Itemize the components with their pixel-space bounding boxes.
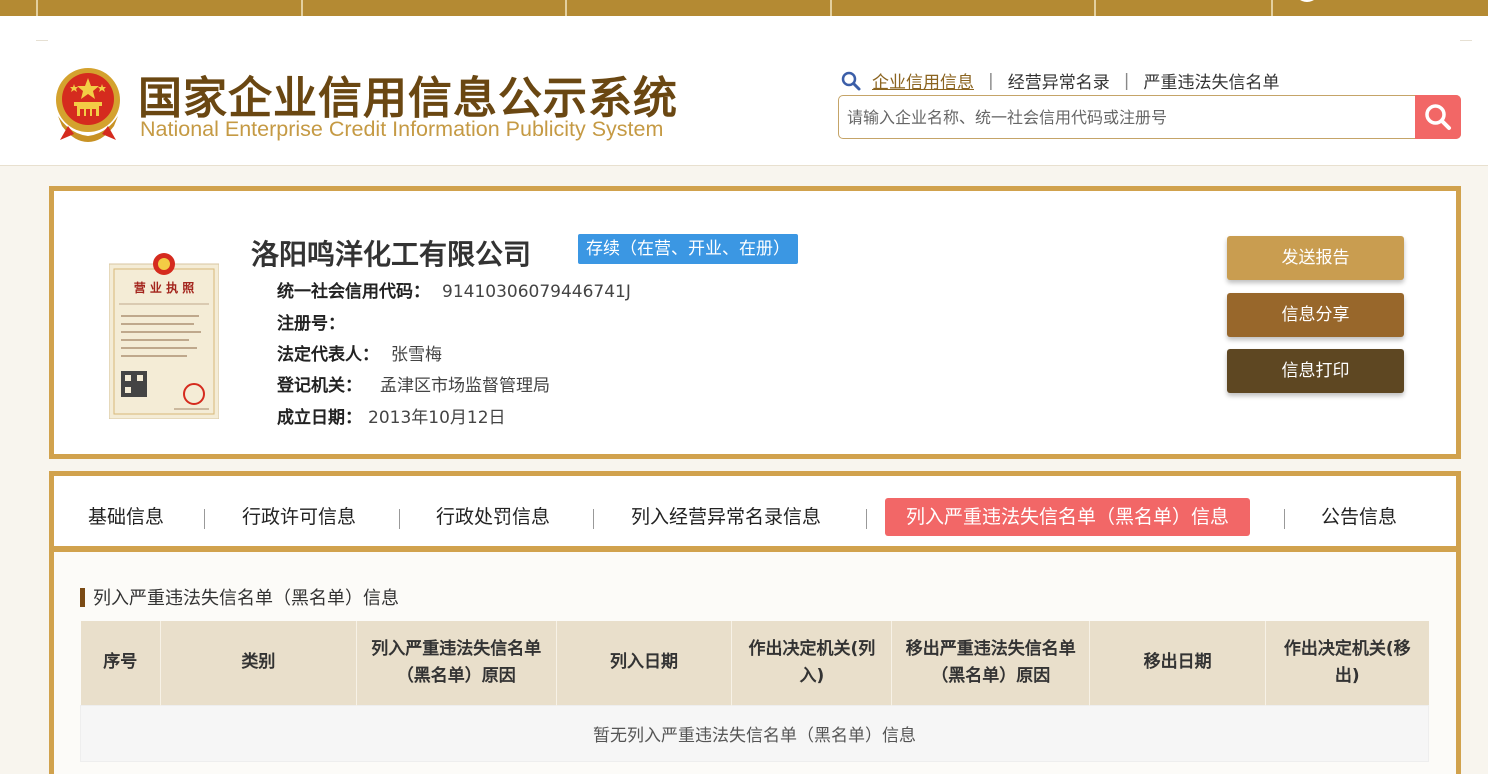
link-abnormal-list[interactable]: 经营异常名录 bbox=[1008, 68, 1110, 93]
site-header: 国家企业信用信息公示系统 National Enterprise Credit … bbox=[0, 16, 1488, 166]
search-button[interactable] bbox=[1415, 95, 1461, 139]
print-info-button[interactable]: 信息打印 bbox=[1227, 349, 1404, 393]
field-value: 2013年10月12日 bbox=[368, 408, 506, 428]
column-header: 移出日期 bbox=[1089, 621, 1267, 705]
field-value: 张雪梅 bbox=[391, 345, 442, 365]
column-header: 类别 bbox=[160, 621, 357, 705]
field-value: 孟津区市场监督管理局 bbox=[380, 376, 550, 396]
field-legal-rep: 法定代表人： 张雪梅 bbox=[277, 340, 442, 365]
tab-blacklist[interactable]: 列入严重违法失信名单（黑名单）信息 bbox=[885, 498, 1251, 536]
tab-announcements[interactable]: 公告信息 bbox=[1321, 498, 1397, 536]
link-enterprise-credit[interactable]: 企业信用信息 bbox=[872, 68, 974, 93]
user-avatar-icon[interactable] bbox=[1294, 0, 1320, 2]
magnifier-icon bbox=[841, 71, 861, 90]
send-report-button[interactable]: 发送报告 bbox=[1227, 236, 1404, 280]
field-reg-authority: 登记机关： 孟津区市场监督管理局 bbox=[277, 371, 550, 396]
share-info-button[interactable]: 信息分享 bbox=[1227, 293, 1404, 337]
tab-divider bbox=[593, 509, 594, 529]
search-input[interactable] bbox=[847, 104, 1407, 130]
field-label: 登记机关： bbox=[277, 376, 362, 396]
field-label: 法定代表人： bbox=[277, 345, 379, 365]
field-value: 91410306079446741J bbox=[442, 282, 631, 302]
column-header: 列入日期 bbox=[556, 621, 733, 705]
field-reg-number: 注册号： bbox=[277, 309, 355, 334]
blacklist-table: 序号 类别 列入严重违法失信名单（黑名单）原因 列入日期 作出决定机关(列入) … bbox=[80, 621, 1429, 762]
svg-text:营 业 执 照: 营 业 执 照 bbox=[134, 280, 195, 295]
header-rule bbox=[1460, 40, 1472, 41]
section-title-text: 列入严重违法失信名单（黑名单）信息 bbox=[93, 588, 399, 609]
top-nav-divider bbox=[301, 0, 303, 16]
link-divider: | bbox=[988, 70, 994, 91]
search-category-links: 企业信用信息 | 经营异常名录 | 严重违法失信名单 bbox=[840, 68, 1279, 93]
company-name: 洛阳鸣洋化工有限公司 bbox=[251, 238, 532, 271]
top-nav-divider bbox=[565, 0, 567, 16]
company-card: 营 业 执 照 洛阳鸣洋化工有限公司 存续（在营、开业、在册） 统一社会信用代码… bbox=[49, 186, 1461, 459]
site-title-en: National Enterprise Credit Information P… bbox=[140, 117, 664, 141]
national-emblem bbox=[56, 68, 120, 142]
section-title-bar bbox=[80, 588, 85, 607]
column-header: 移出严重违法失信名单（黑名单）原因 bbox=[891, 621, 1091, 705]
field-label: 统一社会信用代码： bbox=[277, 282, 430, 302]
section-title: 列入严重违法失信名单（黑名单）信息 bbox=[80, 584, 399, 610]
status-badge: 存续（在营、开业、在册） bbox=[578, 234, 798, 264]
tab-admin-penalty[interactable]: 行政处罚信息 bbox=[436, 498, 550, 536]
tab-divider bbox=[204, 509, 205, 529]
top-nav-strip bbox=[0, 0, 1488, 16]
search-icon bbox=[1425, 104, 1451, 130]
top-nav-divider bbox=[1094, 0, 1096, 16]
top-nav-divider bbox=[36, 0, 38, 16]
column-header: 序号 bbox=[80, 621, 161, 705]
search-box bbox=[838, 95, 1461, 139]
column-header: 作出决定机关(列入) bbox=[731, 621, 893, 705]
header-rule bbox=[36, 40, 48, 41]
detail-panel: 基础信息 行政许可信息 行政处罚信息 列入经营异常名录信息 列入严重违法失信名单… bbox=[49, 471, 1461, 774]
table-header-row: 序号 类别 列入严重违法失信名单（黑名单）原因 列入日期 作出决定机关(列入) … bbox=[80, 621, 1429, 705]
field-credit-code: 统一社会信用代码： 91410306079446741J bbox=[277, 277, 631, 302]
field-label: 成立日期： bbox=[277, 408, 362, 428]
field-established-date: 成立日期： 2013年10月12日 bbox=[277, 403, 506, 428]
tab-admin-license[interactable]: 行政许可信息 bbox=[242, 498, 356, 536]
tab-basic-info[interactable]: 基础信息 bbox=[88, 498, 164, 536]
column-header: 列入严重违法失信名单（黑名单）原因 bbox=[356, 621, 557, 705]
tab-divider bbox=[866, 509, 867, 529]
empty-state-text: 暂无列入严重违法失信名单（黑名单）信息 bbox=[80, 704, 1429, 762]
field-label: 注册号： bbox=[277, 314, 345, 334]
tab-divider bbox=[399, 509, 400, 529]
business-license-image[interactable]: 营 业 执 照 bbox=[109, 244, 219, 419]
tab-abnormal-list[interactable]: 列入经营异常名录信息 bbox=[631, 498, 821, 536]
table-row: 暂无列入严重违法失信名单（黑名单）信息 bbox=[80, 704, 1429, 762]
tab-bar: 基础信息 行政许可信息 行政处罚信息 列入经营异常名录信息 列入严重违法失信名单… bbox=[54, 476, 1456, 552]
top-nav-divider bbox=[1271, 0, 1273, 16]
column-header: 作出决定机关(移出) bbox=[1265, 621, 1429, 705]
link-blacklist[interactable]: 严重违法失信名单 bbox=[1143, 68, 1279, 93]
top-nav-divider bbox=[830, 0, 832, 16]
link-divider: | bbox=[1123, 70, 1130, 91]
tab-divider bbox=[1284, 509, 1285, 529]
